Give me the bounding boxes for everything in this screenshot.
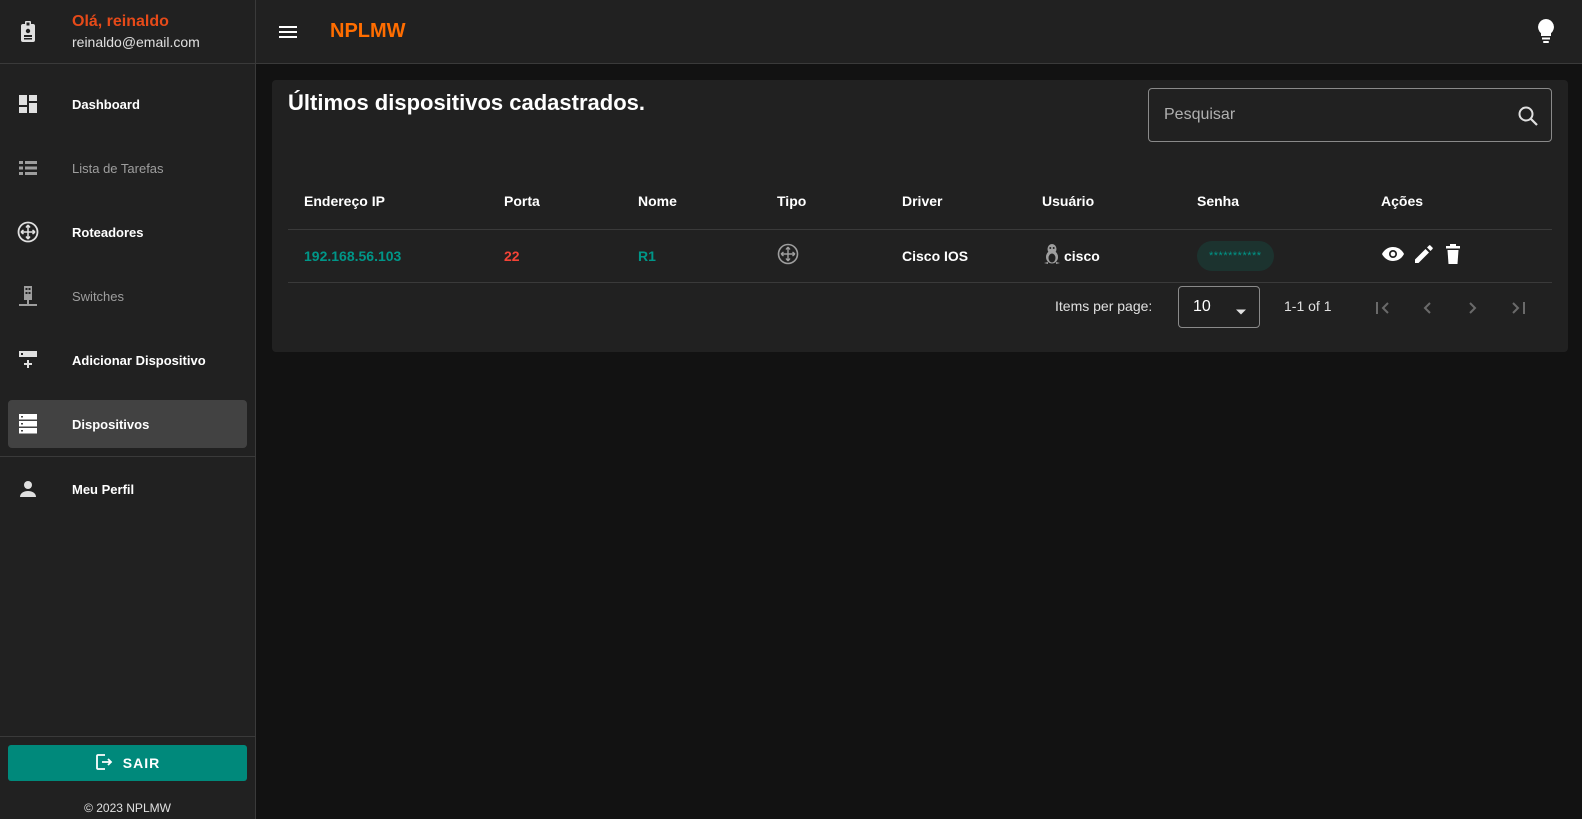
person-icon <box>8 480 48 498</box>
cell-type <box>761 229 886 283</box>
column-header-ip[interactable]: Endereço IP <box>288 173 488 230</box>
menu-icon[interactable] <box>276 20 300 44</box>
first-page-icon[interactable] <box>1370 296 1394 320</box>
cell-user: cisco <box>1026 229 1181 283</box>
sidebar-divider <box>0 456 255 457</box>
search-input[interactable] <box>1164 89 1504 141</box>
sidebar-item-devices[interactable]: Dispositivos <box>8 400 247 448</box>
column-header-password[interactable]: Senha <box>1181 173 1365 230</box>
paginator: Items per page: 10 1-1 of 1 <box>272 280 1568 336</box>
items-per-page-select[interactable]: 10 <box>1178 286 1260 328</box>
cell-driver: Cisco IOS <box>886 229 1026 283</box>
logout-icon <box>95 753 113 774</box>
lightbulb-icon[interactable] <box>1534 18 1558 44</box>
next-page-icon[interactable] <box>1461 296 1485 320</box>
user-email: reinaldo@email.com <box>72 33 200 50</box>
column-header-actions: Ações <box>1365 173 1552 230</box>
sidebar-item-add-device[interactable]: Adicionar Dispositivo <box>8 336 247 384</box>
cell-name: R1 <box>622 229 761 283</box>
topbar: NPLMW <box>256 0 1582 64</box>
sidebar-footer: SAIR © 2023 NPLMW <box>0 736 255 819</box>
app-title: NPLMW <box>330 20 406 42</box>
column-header-name[interactable]: Nome <box>622 173 761 230</box>
items-per-page-label: Items per page: <box>1055 298 1153 314</box>
column-header-type[interactable]: Tipo <box>761 173 886 230</box>
sidebar-item-label: Dashboard <box>72 96 140 112</box>
table-row: 192.168.56.103 22 R1 Cisco IOS cisco ***… <box>288 229 1552 283</box>
cell-actions <box>1365 229 1552 283</box>
sidebar-item-label: Adicionar Dispositivo <box>72 352 206 368</box>
sidebar-item-profile[interactable]: Meu Perfil <box>8 465 247 513</box>
sidebar-item-label: Meu Perfil <box>72 481 135 497</box>
cell-port: 22 <box>488 229 622 283</box>
password-chip[interactable]: *********** <box>1197 240 1274 271</box>
previous-page-icon[interactable] <box>1415 296 1439 320</box>
add-device-icon <box>8 350 48 370</box>
sidebar: Olá, reinaldo reinaldo@email.com Dashboa… <box>0 0 256 819</box>
sidebar-item-label: Switches <box>72 288 125 304</box>
devices-card: Últimos dispositivos cadastrados. Endere… <box>272 80 1568 352</box>
router-icon <box>777 243 799 268</box>
linux-icon <box>1042 243 1062 268</box>
list-icon <box>8 160 48 176</box>
edit-icon[interactable] <box>1413 243 1435 268</box>
sidebar-item-label: Roteadores <box>72 224 144 240</box>
dashboard-icon <box>8 94 48 114</box>
column-header-port[interactable]: Porta <box>488 173 622 230</box>
cell-ip: 192.168.56.103 <box>288 229 488 283</box>
items-per-page-value: 10 <box>1193 298 1211 315</box>
page-title: Últimos dispositivos cadastrados. <box>288 90 645 115</box>
copyright: © 2023 NPLMW <box>84 801 171 815</box>
id-badge-icon <box>0 20 56 43</box>
sidebar-nav: Dashboard Lista de Tarefas Roteadores Sw… <box>0 64 255 513</box>
cell-user-label: cisco <box>1064 247 1100 264</box>
switch-icon <box>8 285 48 307</box>
user-greeting: Olá, reinaldo <box>72 12 169 30</box>
sidebar-item-switches[interactable]: Switches <box>8 272 247 320</box>
search-field <box>1148 88 1552 142</box>
column-header-user[interactable]: Usuário <box>1026 173 1181 230</box>
sidebar-item-task-list[interactable]: Lista de Tarefas <box>8 144 247 192</box>
devices-icon <box>8 413 48 435</box>
logout-label: SAIR <box>122 755 161 771</box>
view-icon[interactable] <box>1381 245 1405 266</box>
devices-table: Endereço IP Porta Nome Tipo Driver Usuár… <box>288 173 1552 283</box>
logout-button[interactable]: SAIR <box>8 745 247 781</box>
sidebar-item-routers[interactable]: Roteadores <box>8 208 247 256</box>
delete-icon[interactable] <box>1443 243 1463 268</box>
router-icon <box>8 221 48 243</box>
sidebar-item-dashboard[interactable]: Dashboard <box>8 80 247 128</box>
search-icon[interactable] <box>1517 105 1539 132</box>
last-page-icon[interactable] <box>1507 296 1531 320</box>
table-header-row: Endereço IP Porta Nome Tipo Driver Usuár… <box>288 173 1552 230</box>
cell-password: *********** <box>1181 229 1365 283</box>
user-header: Olá, reinaldo reinaldo@email.com <box>0 0 255 64</box>
caret-down-icon <box>1235 303 1247 321</box>
pagination-range: 1-1 of 1 <box>1284 298 1332 314</box>
column-header-driver[interactable]: Driver <box>886 173 1026 230</box>
sidebar-item-label: Dispositivos <box>72 416 150 432</box>
sidebar-item-label: Lista de Tarefas <box>72 160 164 176</box>
